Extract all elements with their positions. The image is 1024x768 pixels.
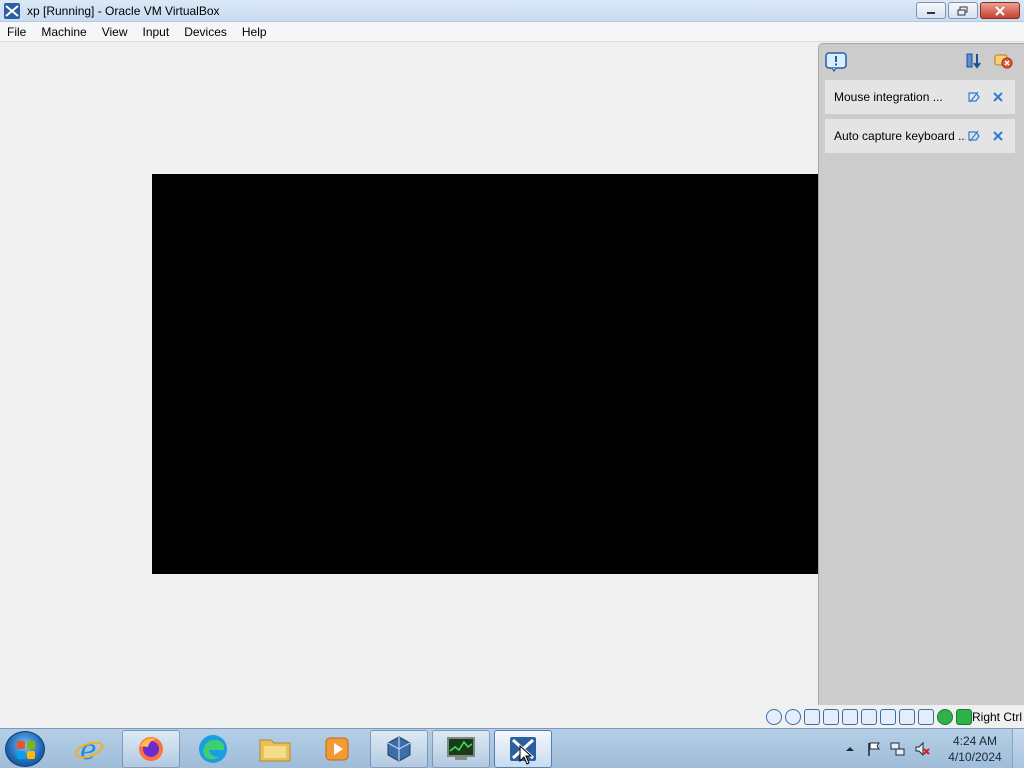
- minimize-icon: [927, 11, 935, 14]
- taskbar: e 4:24 AM 4/10/2024: [0, 728, 1024, 768]
- menu-bar: File Machine View Input Devices Help: [0, 22, 1024, 42]
- taskbar-file-explorer[interactable]: [246, 730, 304, 768]
- host-key-label: Right Ctrl: [971, 710, 1022, 724]
- show-hidden-icons-icon[interactable]: [842, 741, 858, 757]
- menu-view[interactable]: View: [95, 22, 136, 42]
- close-notification-icon[interactable]: [991, 90, 1005, 104]
- start-button[interactable]: [5, 731, 45, 767]
- taskbar-media-player[interactable]: [308, 730, 366, 768]
- vm-screen[interactable]: [152, 174, 872, 574]
- close-icon: [995, 5, 1005, 16]
- clock-date: 4/10/2024: [948, 750, 1002, 764]
- taskbar-virtualbox-manager[interactable]: [370, 730, 428, 768]
- media-player-icon: [325, 737, 349, 761]
- taskbar-edge[interactable]: [184, 730, 242, 768]
- menu-file[interactable]: File: [0, 22, 34, 42]
- close-notification-icon[interactable]: [991, 129, 1005, 143]
- display-icon[interactable]: [880, 709, 896, 725]
- taskbar-task-manager[interactable]: [432, 730, 490, 768]
- video-capture-icon[interactable]: [899, 709, 915, 725]
- internet-explorer-icon: e: [74, 733, 104, 765]
- notification-mouse-integration[interactable]: Mouse integration ...: [825, 80, 1015, 114]
- notification-auto-capture-keyboard[interactable]: Auto capture keyboard ...: [825, 119, 1015, 153]
- task-manager-icon: [447, 737, 475, 760]
- pin-icon[interactable]: [967, 90, 981, 104]
- restore-button[interactable]: [948, 2, 978, 19]
- svg-text:e: e: [80, 733, 97, 765]
- minimize-button[interactable]: [916, 2, 946, 19]
- sort-notifications-icon[interactable]: [965, 52, 983, 70]
- volume-muted-icon[interactable]: [914, 741, 930, 757]
- close-button[interactable]: [980, 2, 1020, 19]
- optical-drive-icon[interactable]: [785, 709, 801, 725]
- mouse-cursor-icon: [519, 745, 533, 765]
- title-bar[interactable]: xp [Running] - Oracle VM VirtualBox: [0, 0, 1024, 22]
- notification-center: Mouse integration ... Auto capture keybo…: [818, 43, 1024, 705]
- menu-devices[interactable]: Devices: [177, 22, 235, 42]
- network-tray-icon[interactable]: [890, 741, 906, 757]
- pin-icon[interactable]: [967, 129, 981, 143]
- window-title: xp [Running] - Oracle VM VirtualBox: [27, 3, 220, 18]
- taskbar-firefox[interactable]: [122, 730, 180, 768]
- menu-help[interactable]: Help: [235, 22, 275, 42]
- audio-icon[interactable]: [804, 709, 820, 725]
- virtualbox-app-icon: [4, 2, 20, 19]
- folder-icon: [259, 739, 291, 762]
- notification-label: Mouse integration ...: [834, 90, 943, 104]
- taskbar-internet-explorer[interactable]: e: [60, 730, 118, 768]
- clock-time: 4:24 AM: [952, 734, 998, 748]
- notification-center-header: [819, 44, 1024, 78]
- action-center-flag-icon[interactable]: [866, 741, 882, 757]
- usb-icon[interactable]: [842, 709, 858, 725]
- hard-disk-icon[interactable]: [766, 709, 782, 725]
- shared-folders-icon[interactable]: [861, 709, 877, 725]
- windows-logo-icon: [17, 741, 35, 759]
- edge-icon: [199, 735, 227, 763]
- clear-notifications-icon[interactable]: [993, 52, 1013, 70]
- taskbar-clock[interactable]: 4:24 AM 4/10/2024: [942, 733, 1008, 765]
- network-icon[interactable]: [823, 709, 839, 725]
- menu-input[interactable]: Input: [136, 22, 178, 42]
- cpu-icon[interactable]: [918, 709, 934, 725]
- host-key-indicator-icon[interactable]: [956, 709, 972, 725]
- show-desktop-button[interactable]: [1012, 729, 1024, 768]
- virtualbox-cube-icon: [387, 736, 411, 762]
- notification-info-icon[interactable]: [825, 52, 847, 72]
- notification-label: Auto capture keyboard ...: [834, 129, 966, 143]
- restore-icon: [957, 6, 968, 15]
- system-tray: 4:24 AM 4/10/2024: [838, 729, 1024, 768]
- vm-status-bar: Right Ctrl: [0, 706, 1024, 728]
- mouse-integration-icon[interactable]: [937, 709, 953, 725]
- firefox-icon: [139, 737, 163, 761]
- menu-machine[interactable]: Machine: [34, 22, 94, 42]
